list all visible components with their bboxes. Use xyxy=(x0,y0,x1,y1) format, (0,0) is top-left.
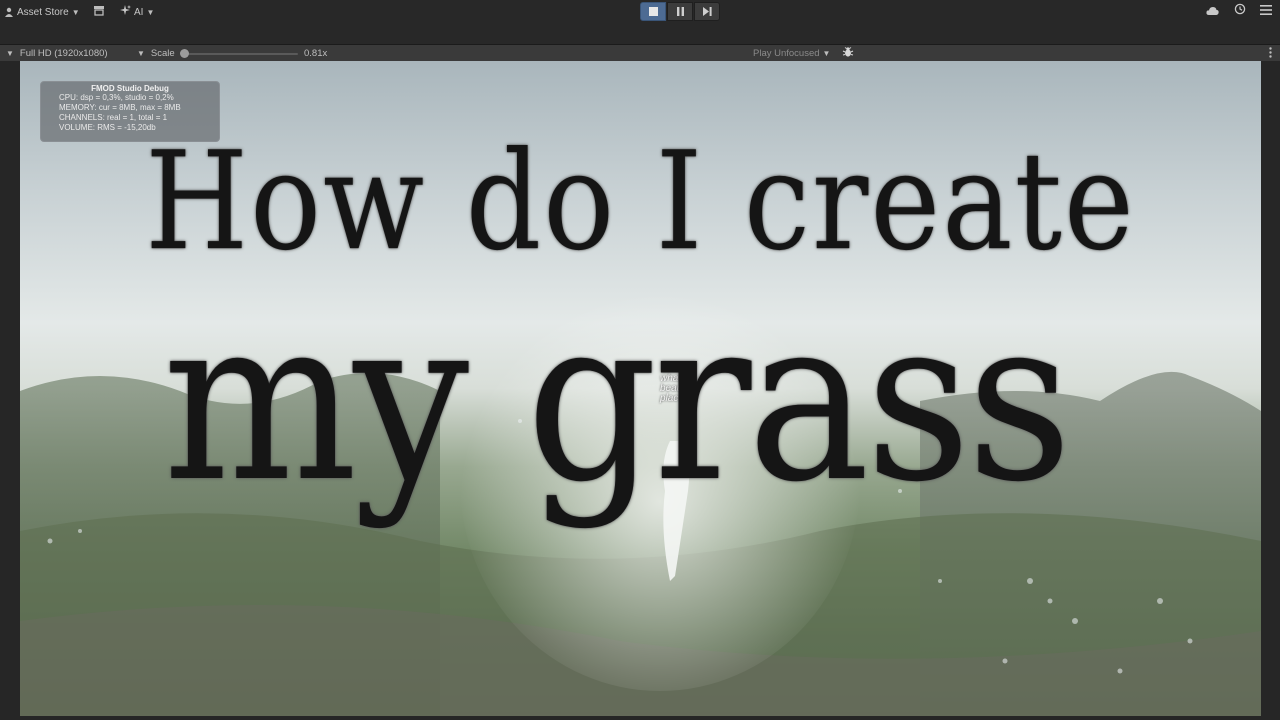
kebab-icon xyxy=(1269,46,1272,61)
main-toolbar: Asset Store ▼ AI ▼ xyxy=(0,0,1280,44)
history-button[interactable] xyxy=(1233,2,1247,20)
pause-button[interactable] xyxy=(667,2,693,21)
pause-icon xyxy=(676,3,685,21)
viewport-left-gutter xyxy=(0,61,20,720)
fmod-memory-line: MEMORY: cur = 8MB, max = 8MB xyxy=(59,103,181,112)
scale-control: ▼ Scale xyxy=(137,46,175,61)
chevron-down-icon: ▼ xyxy=(137,49,145,58)
scale-value: 0.81x xyxy=(304,48,328,59)
fmod-cpu-line: CPU: dsp = 0,3%, studio = 0,2% xyxy=(59,93,174,102)
resolution-dropdown[interactable]: ▼ Full HD (1920x1080) xyxy=(6,46,108,61)
asset-store-dropdown[interactable]: Asset Store ▼ xyxy=(4,4,80,20)
fmod-debug-title: FMOD Studio Debug xyxy=(91,84,169,93)
scale-slider-thumb[interactable] xyxy=(180,49,189,58)
stop-button[interactable] xyxy=(640,2,666,21)
ai-label: AI xyxy=(134,6,144,18)
game-view-toolbar: ▼ Full HD (1920x1080) ▼ Scale 0.81x Play… xyxy=(0,44,1280,61)
chevron-down-icon: ▼ xyxy=(822,49,831,58)
play-mode-dropdown[interactable]: Play Unfocused ▼ xyxy=(753,46,830,61)
playback-controls xyxy=(640,2,720,21)
resolution-label: Full HD (1920x1080) xyxy=(19,48,108,59)
history-icon xyxy=(1234,2,1246,20)
stop-icon xyxy=(648,3,658,21)
account-icon xyxy=(4,7,14,17)
asset-store-label: Asset Store xyxy=(17,6,69,18)
menu-icon xyxy=(1260,2,1272,20)
ai-dropdown[interactable]: AI ▼ xyxy=(120,4,154,20)
play-mode-label: Play Unfocused xyxy=(753,48,820,59)
headline-line-2: my grass xyxy=(162,270,1072,532)
bug-icon xyxy=(842,46,854,61)
sparkle-icon xyxy=(120,5,131,19)
chevron-down-icon: ▼ xyxy=(71,7,80,17)
step-button[interactable] xyxy=(694,2,720,21)
bottom-border xyxy=(0,716,1280,720)
more-options-button[interactable] xyxy=(1269,46,1272,61)
headline-line-1: How do I create xyxy=(145,121,1136,281)
chevron-down-icon: ▼ xyxy=(6,49,14,58)
menu-button[interactable] xyxy=(1259,4,1273,18)
viewport-right-gutter xyxy=(1261,61,1280,720)
chevron-down-icon: ▼ xyxy=(146,7,155,17)
scale-slider-track[interactable] xyxy=(183,53,298,55)
store-icon xyxy=(93,5,105,19)
cloud-icon xyxy=(1205,2,1219,20)
step-icon xyxy=(702,3,712,21)
store-button[interactable] xyxy=(93,4,107,20)
game-viewport[interactable]: FMOD Studio Debug CPU: dsp = 0,3%, studi… xyxy=(20,61,1261,716)
scale-label: Scale xyxy=(150,48,175,59)
cloud-button[interactable] xyxy=(1205,4,1219,18)
debug-button[interactable] xyxy=(842,46,854,61)
